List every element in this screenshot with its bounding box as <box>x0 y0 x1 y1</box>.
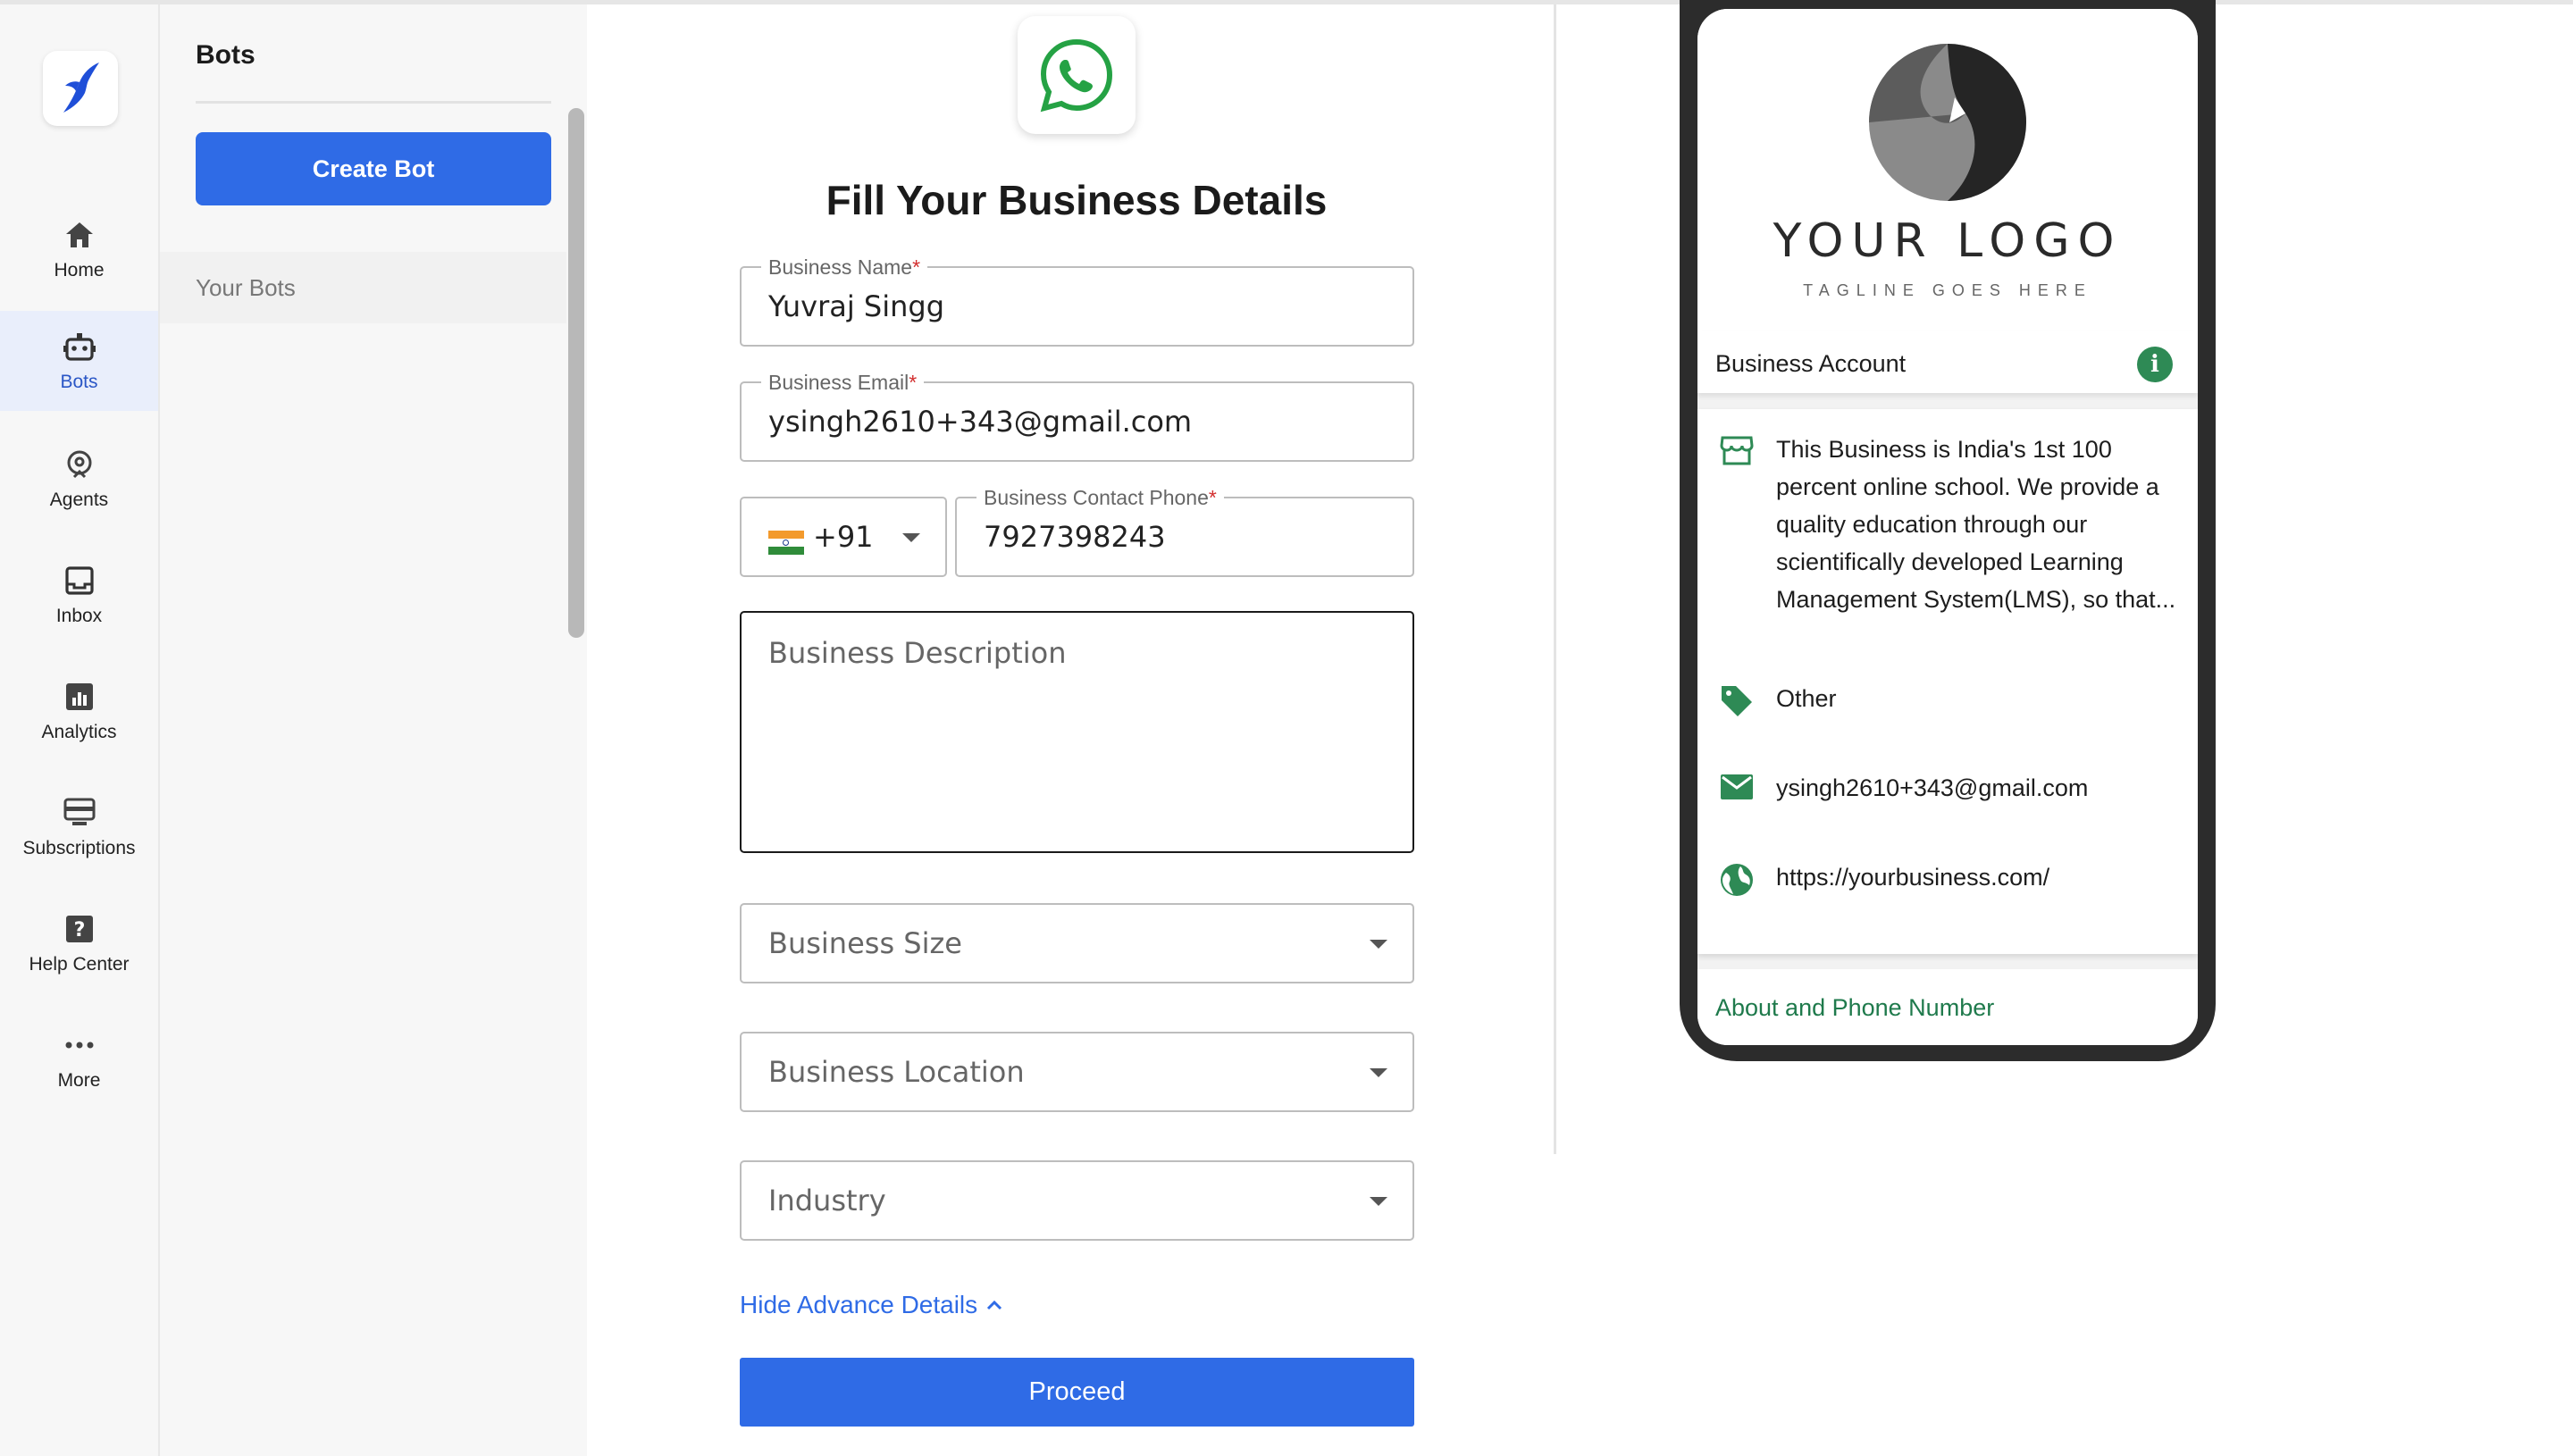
more-icon <box>62 1027 97 1063</box>
business-account-label: Business Account <box>1715 350 1907 377</box>
nav-more-label: More <box>57 1070 101 1091</box>
country-code-value: +91 <box>813 520 874 554</box>
svg-text:?: ? <box>73 919 85 941</box>
description-row: This Business is India's 1st 100 percent… <box>1715 431 2180 618</box>
business-account-row: Business Account i <box>1697 331 2198 393</box>
business-phone-value[interactable]: 7927398243 <box>984 498 1166 575</box>
business-details-card: This Business is India's 1st 100 percent… <box>1697 409 2198 954</box>
bot-icon <box>62 329 97 364</box>
nav-help-center[interactable]: ? Help Center <box>0 893 158 993</box>
subscriptions-icon <box>62 795 97 831</box>
business-phone-field[interactable]: Business Contact Phone* 7927398243 <box>955 486 1414 577</box>
app-logo[interactable] <box>43 51 118 126</box>
whatsapp-icon <box>1040 38 1113 113</box>
category-row: Other <box>1715 680 2180 723</box>
business-size-select[interactable]: Business Size <box>740 903 1414 983</box>
icon-rail: Home Bots Agents Inbox Analytics Subscri… <box>0 4 160 1456</box>
nav-inbox[interactable]: Inbox <box>0 545 158 645</box>
whatsapp-logo <box>1018 16 1136 134</box>
chevron-down-icon <box>902 533 920 542</box>
form-title: Fill Your Business Details <box>826 177 1328 223</box>
chevron-down-icon <box>1370 1068 1387 1077</box>
country-code-select[interactable]: +91 <box>740 497 947 577</box>
bots-panel: Bots Create Bot Your Bots <box>160 4 587 1456</box>
proceed-button[interactable]: Proceed <box>740 1358 1414 1427</box>
business-size-placeholder: Business Size <box>768 926 962 960</box>
nav-analytics-label: Analytics <box>41 722 117 742</box>
home-icon <box>62 217 97 253</box>
hide-advance-details-link[interactable]: Hide Advance Details <box>740 1291 1002 1319</box>
business-description-field[interactable]: Business Description <box>740 611 1414 853</box>
business-details-form: Fill Your Business Details Business Name… <box>587 4 1556 1456</box>
phone-screen: YOUR LOGO TAGLINE GOES HERE Business Acc… <box>1697 9 2198 1045</box>
nav-inbox-label: Inbox <box>55 606 103 626</box>
nav-home-label: Home <box>54 260 105 280</box>
business-name-field[interactable]: Business Name* Yuvraj Singg <box>740 255 1414 347</box>
business-location-select[interactable]: Business Location <box>740 1032 1414 1112</box>
business-email-text: ysingh2610+343@gmail.com <box>1776 774 2089 801</box>
website-row: https://yourbusiness.com/ <box>1715 858 2180 901</box>
business-email-field[interactable]: Business Email* ysingh2610+343@gmail.com <box>740 371 1414 462</box>
scrollbar-thumb[interactable] <box>568 108 584 638</box>
email-icon <box>1715 769 1758 812</box>
industry-select[interactable]: Industry <box>740 1160 1414 1241</box>
business-website-text: https://yourbusiness.com/ <box>1776 864 2050 891</box>
divider <box>196 101 551 104</box>
bots-panel-title: Bots <box>196 40 256 70</box>
business-email-value[interactable]: ysingh2610+343@gmail.com <box>768 383 1192 460</box>
bird-logo-icon <box>63 63 99 113</box>
about-phone-row: About and Phone Number <box>1697 969 2198 1045</box>
nav-help-center-label: Help Center <box>29 954 130 975</box>
logo-tagline: TAGLINE GOES HERE <box>1803 281 2092 299</box>
business-name-value[interactable]: Yuvraj Singg <box>768 268 944 345</box>
globe-icon <box>1715 858 1758 901</box>
chevron-up-icon <box>987 1300 1002 1310</box>
create-bot-button[interactable]: Create Bot <box>196 132 551 205</box>
tag-icon <box>1715 680 1758 723</box>
business-location-placeholder: Business Location <box>768 1055 1025 1089</box>
hide-advance-details-label: Hide Advance Details <box>740 1291 978 1318</box>
vertical-divider <box>1554 4 1556 1154</box>
info-icon[interactable]: i <box>2137 347 2173 382</box>
your-bots-item[interactable]: Your Bots <box>160 252 566 323</box>
business-description-text: This Business is India's 1st 100 percent… <box>1776 436 2176 613</box>
phone-preview: YOUR LOGO TAGLINE GOES HERE Business Acc… <box>1680 0 2216 1061</box>
nav-subscriptions-label: Subscriptions <box>22 838 136 858</box>
india-flag-icon <box>768 531 804 555</box>
nav-bots-label: Bots <box>60 372 98 392</box>
chevron-down-icon <box>1370 1197 1387 1206</box>
logo-text: YOUR LOGO <box>1773 214 2123 268</box>
nav-analytics[interactable]: Analytics <box>0 661 158 761</box>
nav-agents-label: Agents <box>49 490 109 510</box>
nav-subscriptions[interactable]: Subscriptions <box>0 777 158 877</box>
logo-placeholder-icon <box>1869 44 2026 201</box>
analytics-icon <box>62 679 97 715</box>
help-icon: ? <box>62 911 97 947</box>
inbox-icon <box>62 563 97 598</box>
agent-icon <box>62 447 97 482</box>
about-phone-link[interactable]: About and Phone Number <box>1715 994 1994 1022</box>
nav-home[interactable]: Home <box>0 199 158 299</box>
nav-bots[interactable]: Bots <box>0 311 158 411</box>
business-description-placeholder: Business Description <box>768 636 1067 670</box>
email-row: ysingh2610+343@gmail.com <box>1715 769 2180 812</box>
chevron-down-icon <box>1370 940 1387 949</box>
store-icon <box>1715 431 1758 473</box>
nav-agents[interactable]: Agents <box>0 429 158 529</box>
required-mark: * <box>1208 486 1217 509</box>
business-category-text: Other <box>1776 685 1837 712</box>
nav-more[interactable]: More <box>0 1009 158 1109</box>
industry-placeholder: Industry <box>768 1184 886 1218</box>
